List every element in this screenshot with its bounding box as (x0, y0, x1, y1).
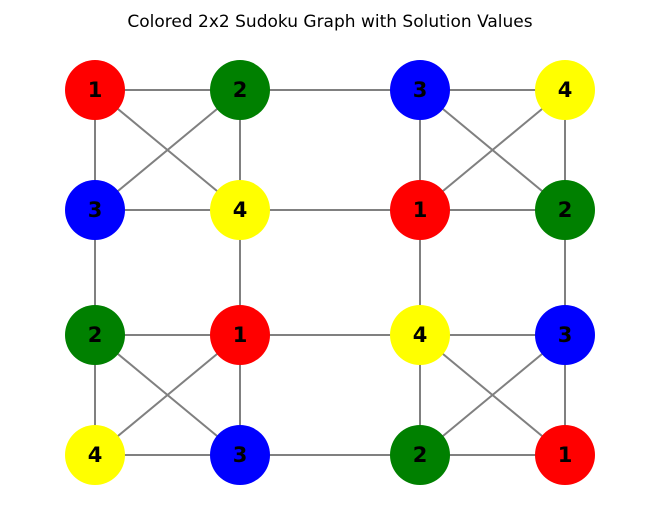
graph-node (210, 425, 270, 485)
graph-node (535, 305, 595, 365)
graph-node (210, 305, 270, 365)
graph-canvas (0, 0, 660, 522)
graph-node (210, 60, 270, 120)
graph-node (390, 425, 450, 485)
graph-node (535, 60, 595, 120)
graph-node (390, 305, 450, 365)
graph-node (535, 425, 595, 485)
graph-node (535, 180, 595, 240)
graph-node (65, 180, 125, 240)
graph-node (210, 180, 270, 240)
graph-node (65, 60, 125, 120)
graph-node (65, 425, 125, 485)
graph-node (390, 60, 450, 120)
graph-node (65, 305, 125, 365)
graph-node (390, 180, 450, 240)
sudoku-graph: Colored 2x2 Sudoku Graph with Solution V… (0, 0, 660, 522)
